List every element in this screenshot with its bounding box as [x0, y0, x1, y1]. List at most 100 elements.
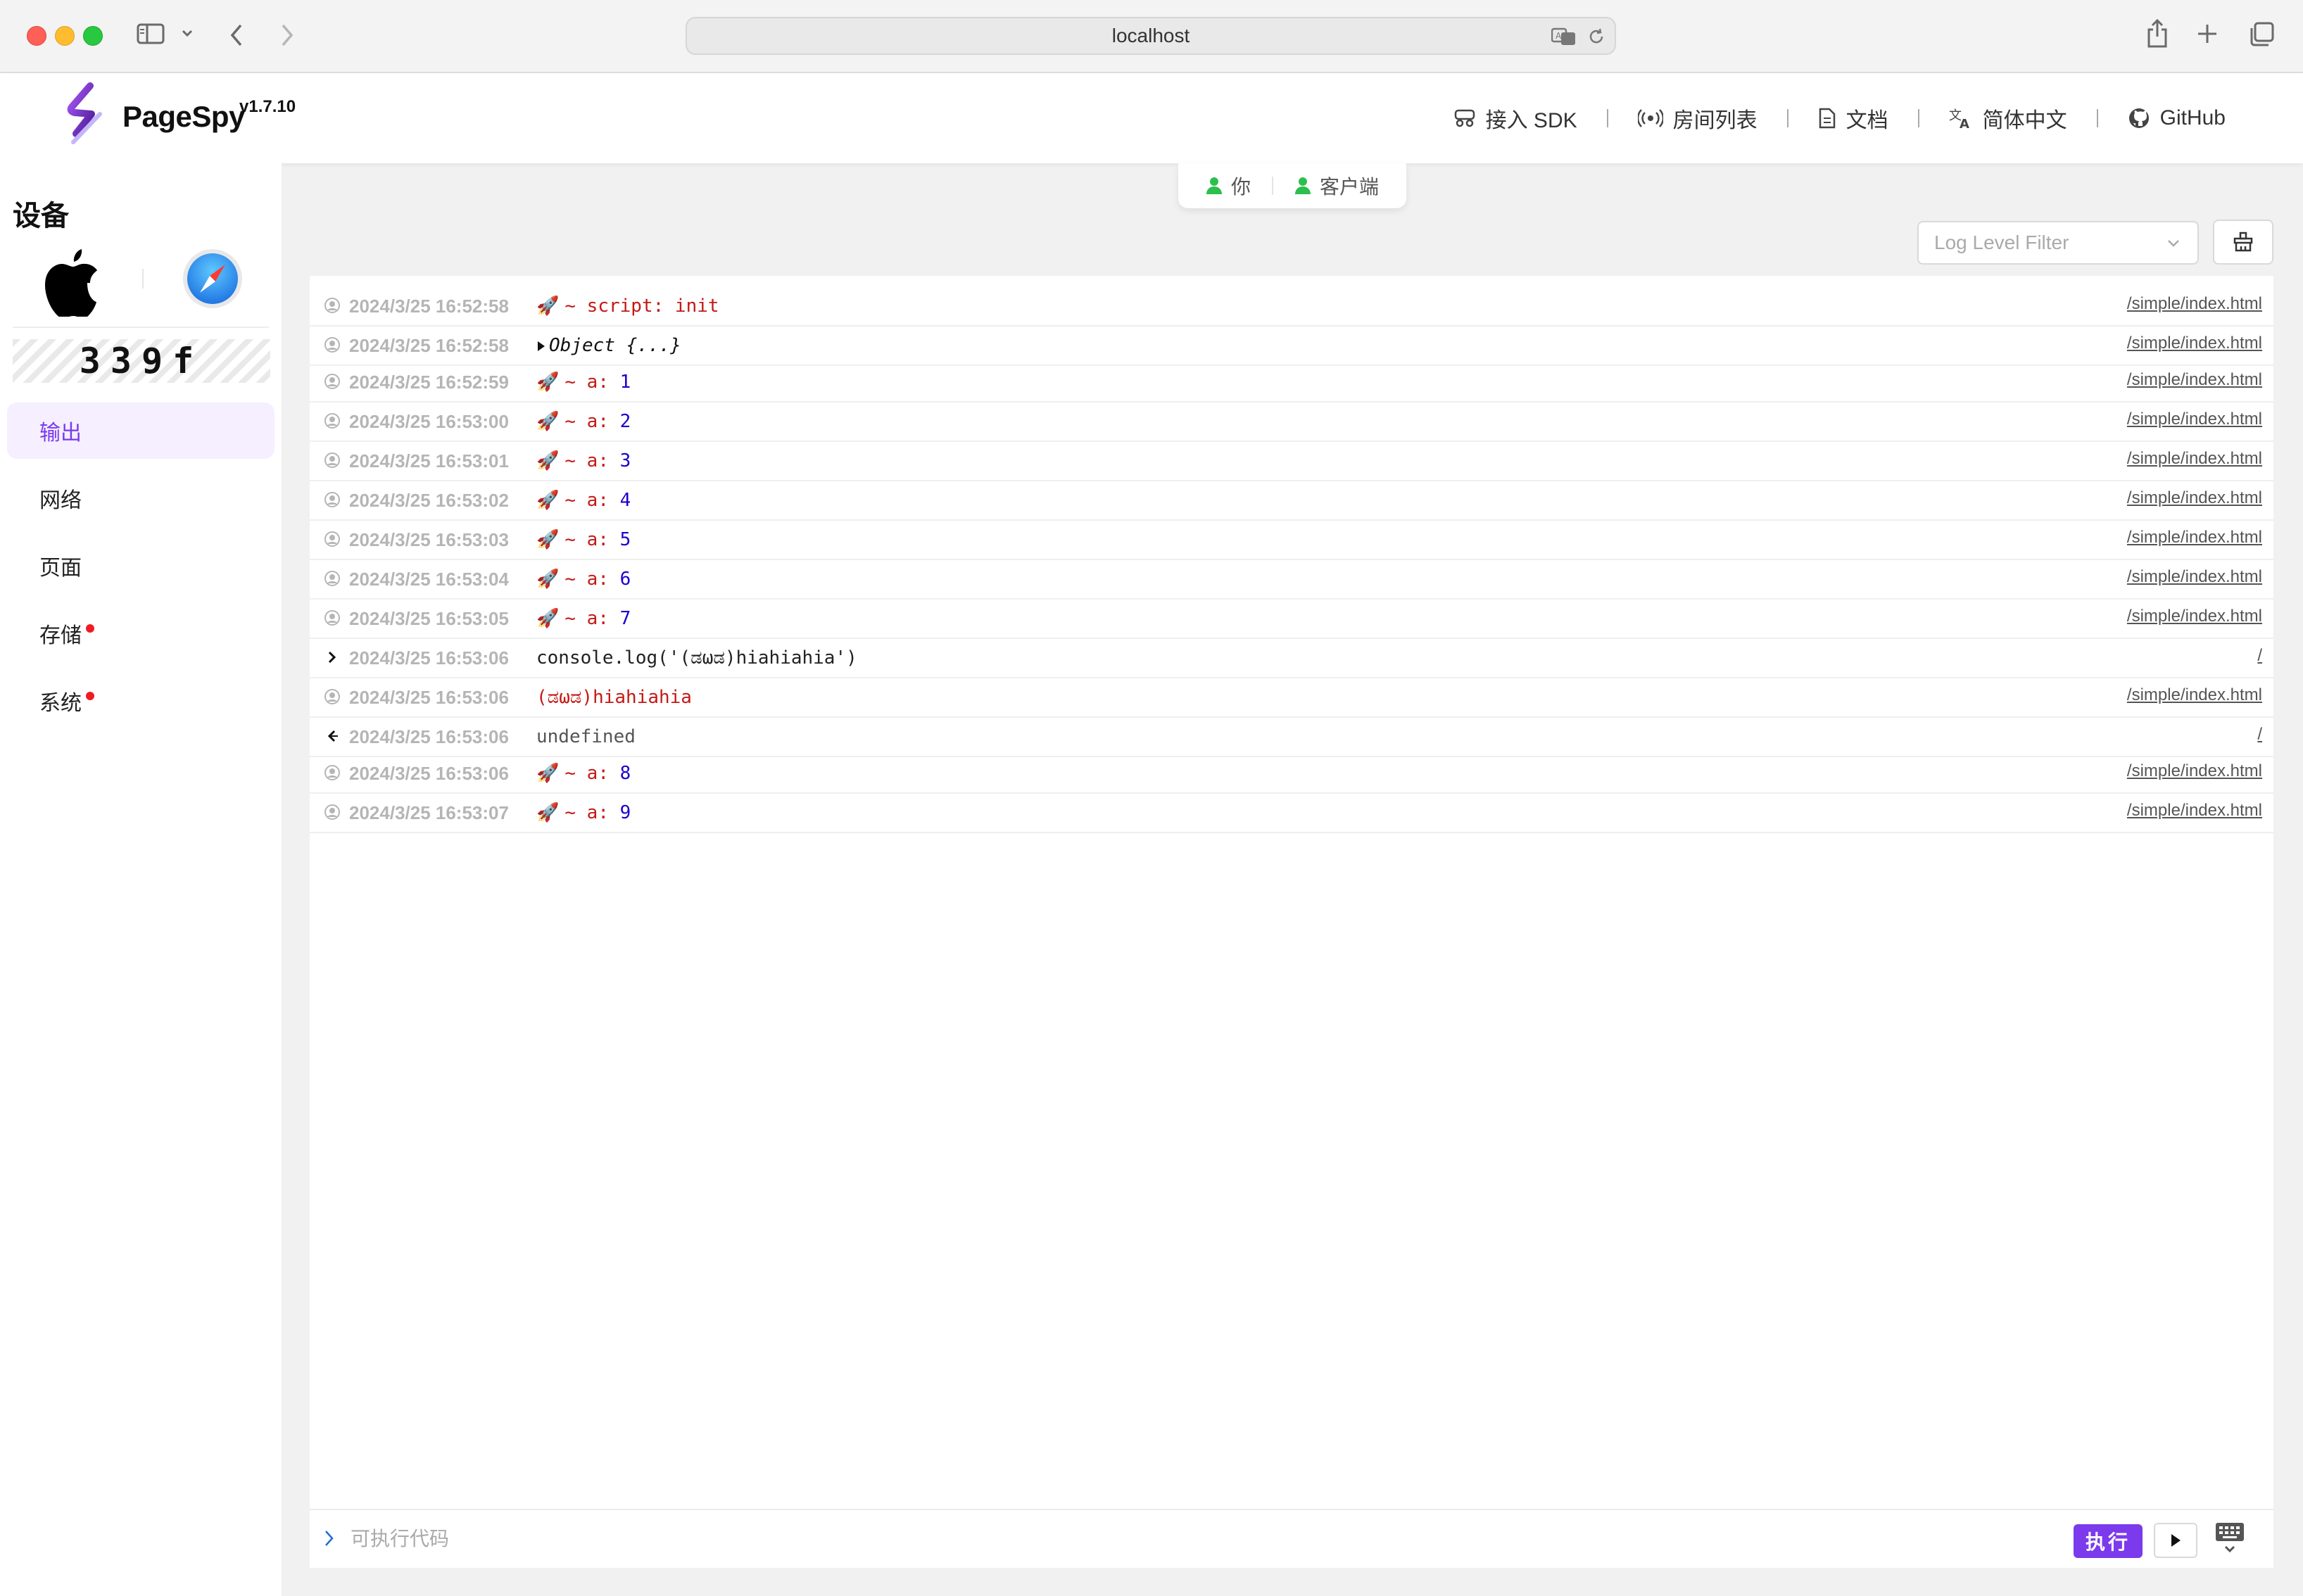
sidebar-item-storage[interactable]: 存储 — [7, 605, 275, 661]
log-source-link[interactable]: / — [2257, 646, 2262, 666]
nav-room-list[interactable]: 房间列表 — [1637, 103, 1758, 134]
nav-language[interactable]: 文A 简体中文 — [1949, 103, 2067, 134]
log-text: (ಡωಡ)hiahiahia — [536, 687, 692, 708]
log-source-link[interactable]: /simple/index.html — [2127, 685, 2262, 705]
log-key: ~ a: — [564, 450, 609, 471]
role-you: 你 — [1206, 172, 1251, 200]
play-button[interactable] — [2154, 1523, 2197, 1558]
share-icon[interactable] — [2145, 18, 2169, 49]
apple-icon — [41, 246, 100, 320]
zoom-window-button[interactable] — [83, 26, 103, 46]
log-user-icon — [324, 452, 341, 472]
close-window-button[interactable] — [27, 26, 46, 46]
log-row: 2024/3/25 16:53:03 🚀 ~ a: 5/simple/index.h… — [310, 521, 2273, 560]
forward-icon[interactable] — [277, 23, 297, 48]
log-source-link[interactable]: /simple/index.html — [2127, 334, 2262, 353]
log-source-link[interactable]: /simple/index.html — [2127, 410, 2262, 429]
expand-caret-icon[interactable] — [536, 340, 546, 353]
translate-page-icon[interactable]: A — [1551, 27, 1577, 51]
log-level-filter-select[interactable]: Log Level Filter — [1917, 221, 2199, 265]
log-source-link[interactable]: /simple/index.html — [2127, 761, 2262, 781]
sidebar: 设备 339f 输出 网络 页面 存储 系统 — [0, 163, 282, 1596]
log-object-preview[interactable]: Object {...} — [549, 335, 681, 356]
rocket-glyph: 🚀 — [536, 802, 560, 823]
nav-github-label: GitHub — [2159, 106, 2226, 129]
broom-icon — [2233, 232, 2253, 252]
keyboard-icon[interactable] — [2214, 1520, 2245, 1559]
log-user-icon — [324, 491, 341, 512]
log-key: ~ a: — [564, 411, 609, 432]
log-value: 1 — [619, 372, 631, 393]
tab-overview-icon[interactable] — [2248, 21, 2275, 48]
rocket-glyph: 🚀 — [536, 763, 560, 784]
svg-text:A: A — [1556, 31, 1562, 41]
log-row: 2024/3/25 16:52:58 🚀 ~ script: init/simple… — [310, 287, 2273, 327]
log-source-link[interactable]: / — [2257, 725, 2262, 745]
rocket-glyph: 🚀 — [536, 569, 560, 590]
new-tab-icon[interactable] — [2196, 23, 2219, 45]
play-icon — [2171, 1534, 2181, 1547]
clear-console-button[interactable] — [2213, 220, 2273, 265]
nav-language-label: 简体中文 — [1982, 109, 2067, 132]
log-source-link[interactable]: /simple/index.html — [2127, 567, 2262, 587]
sidebar-item-console[interactable]: 输出 — [7, 403, 275, 459]
log-source-link[interactable]: /simple/index.html — [2127, 294, 2262, 314]
chevron-down-icon — [2168, 240, 2179, 247]
log-message: (ಡωಡ)hiahiahia — [536, 687, 692, 709]
log-row: 2024/3/25 16:53:06 console.log('(ಡωಡ)hiah… — [310, 639, 2273, 678]
sidebar-item-network[interactable]: 网络 — [7, 470, 275, 526]
log-timestamp: 2024/3/25 16:53:01 — [349, 450, 509, 471]
back-icon[interactable] — [227, 23, 246, 48]
log-key: ~ a: — [564, 763, 609, 784]
log-source-link[interactable]: /simple/index.html — [2127, 607, 2262, 626]
sidebar-item-label: 网络 — [39, 489, 82, 512]
log-timestamp: 2024/3/25 16:53:06 — [349, 726, 509, 747]
device-code: 339f — [79, 341, 204, 381]
nav-github[interactable]: GitHub — [2128, 106, 2226, 130]
log-value: 5 — [619, 529, 631, 550]
log-message: 🚀 ~ a: 4 — [536, 490, 631, 511]
browser-toolbar: localhost A — [0, 0, 2303, 73]
log-timestamp: 2024/3/25 16:53:00 — [349, 411, 509, 432]
nav-sdk[interactable]: 接入 SDK — [1453, 103, 1577, 134]
log-timestamp: 2024/3/25 16:52:59 — [349, 372, 509, 393]
log-user-icon — [324, 609, 341, 630]
rocket-glyph: 🚀 — [536, 608, 560, 629]
log-source-link[interactable]: /simple/index.html — [2127, 488, 2262, 508]
log-value: 9 — [619, 802, 631, 823]
log-source-link[interactable]: /simple/index.html — [2127, 449, 2262, 469]
code-input[interactable] — [349, 1523, 1971, 1555]
nav-divider — [1606, 109, 1608, 127]
log-user-icon — [324, 688, 341, 709]
sidebar-divider — [13, 327, 269, 328]
log-row: 2024/3/25 16:52:58 Object {...} /simple/in… — [310, 327, 2273, 366]
nav-docs[interactable]: 文档 — [1818, 103, 1888, 134]
log-user-icon — [324, 373, 341, 393]
log-output-value: undefined — [536, 726, 636, 747]
log-source-link[interactable]: /simple/index.html — [2127, 528, 2262, 547]
sidebar-item-label: 输出 — [39, 422, 82, 445]
log-row: 2024/3/25 16:53:05 🚀 ~ a: 7/simple/index.h… — [310, 600, 2273, 639]
log-message: 🚀 ~ a: 3 — [536, 450, 631, 471]
sidebar-item-system[interactable]: 系统 — [7, 673, 275, 729]
log-level-filter-placeholder: Log Level Filter — [1934, 232, 2069, 253]
log-source-link[interactable]: /simple/index.html — [2127, 370, 2262, 390]
log-user-icon — [324, 804, 341, 824]
log-source-link[interactable]: /simple/index.html — [2127, 801, 2262, 821]
rocket-glyph: 🚀 — [536, 411, 560, 432]
run-button[interactable]: 执行 — [2074, 1524, 2143, 1558]
nav-divider — [1786, 109, 1788, 127]
pagespy-logo-icon[interactable] — [65, 82, 110, 153]
minimize-window-button[interactable] — [55, 26, 75, 46]
sidebar-toggle-icon[interactable] — [137, 23, 165, 45]
chevron-down-icon[interactable] — [180, 28, 194, 38]
sidebar-item-page[interactable]: 页面 — [7, 538, 275, 594]
log-value: 2 — [619, 411, 631, 432]
brand-name[interactable]: PageSpy — [122, 100, 245, 134]
log-timestamp: 2024/3/25 16:53:06 — [349, 647, 509, 669]
log-value: 7 — [619, 608, 631, 629]
log-row: 2024/3/25 16:53:00 🚀 ~ a: 2/simple/index.h… — [310, 403, 2273, 442]
log-key: ~ a: — [564, 569, 609, 590]
reload-icon[interactable] — [1586, 27, 1606, 51]
address-bar[interactable]: localhost A — [686, 17, 1616, 55]
